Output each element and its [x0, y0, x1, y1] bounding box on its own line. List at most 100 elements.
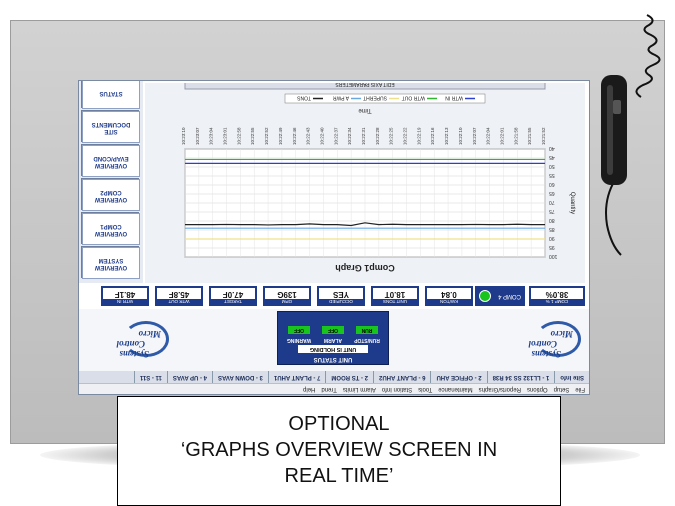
- sidebar-nav: OVERVIEW SYSTEM OVERVIEW COMP1 OVERVIEW COMP2…: [79, 81, 143, 283]
- menu-item[interactable]: Options: [527, 386, 548, 392]
- unit-status-title: UNIT STATUS: [313, 356, 353, 362]
- readout-label: KW/TON: [427, 299, 471, 304]
- x-tick-label: 10:21:58: [513, 127, 518, 145]
- alarm-lamp: OFF: [322, 326, 344, 334]
- x-tick-label: 10:22:13: [444, 127, 449, 145]
- unit-tabs: Site Info 1 - LL132 SS 34 R38 2 - OFFICE A…: [79, 370, 589, 383]
- x-tick-label: 10:22:07: [472, 127, 477, 145]
- sidebar-button[interactable]: OVERVIEW EVAP/COND: [82, 145, 140, 177]
- y-tick-label: 85: [549, 226, 555, 232]
- unit-tab[interactable]: 3 - DOWN AVAS: [212, 371, 268, 383]
- unit-status-panel: UNIT STATUS UNIT IS HOLDING RUN/STOP ALA…: [277, 311, 389, 365]
- unit-tab[interactable]: 6 - PLANT AHU2: [373, 371, 431, 383]
- y-tick-label: 45: [549, 154, 555, 160]
- x-tick-label: 10:22:49: [278, 127, 283, 145]
- readout-tile: GPM 139G: [263, 286, 311, 306]
- readout-tile: WTR IN 48.1F: [101, 286, 149, 306]
- micro-control-systems-logo-right: Systems Control Micro: [103, 321, 169, 361]
- x-tick-label: 10:22:40: [319, 127, 324, 145]
- readout-tile: UNIT TONS 18.0T: [371, 286, 419, 306]
- y-tick-label: 40: [549, 145, 555, 151]
- caption-line-3: REAL TIME’: [284, 465, 394, 487]
- readout-value: 47.0F: [222, 290, 244, 299]
- readout-label: UNIT TONS: [373, 299, 417, 304]
- menu-item[interactable]: File: [575, 386, 585, 392]
- readout-tiles: COMP 1 % 38.0% COMP 4 WTR IN 48.1F WTR OUT…: [79, 283, 589, 309]
- run-lamp: RUN: [356, 326, 378, 334]
- menu-item[interactable]: Maintenance: [438, 386, 472, 392]
- unit-tab[interactable]: 2 - TS ROOM: [325, 371, 374, 383]
- readout-value: 0.84: [441, 290, 457, 299]
- y-tick-label: 60: [549, 181, 555, 187]
- menu-item[interactable]: Trend: [321, 386, 336, 392]
- legend-label: A PWR: [332, 95, 349, 101]
- comp1-percent-tile: COMP 1 % 38.0%: [529, 286, 585, 306]
- unit-tab[interactable]: 4 - UP AVAS: [166, 371, 213, 383]
- run-stop-label: RUN/STOP: [354, 337, 380, 343]
- y-tick-label: 65: [549, 190, 555, 196]
- legend-label: WTR IN: [445, 95, 463, 101]
- readout-label: WTR OUT: [157, 299, 201, 304]
- x-tick-label: 10:22:52: [264, 127, 269, 145]
- flipped-screen-content: File Setup Options Reports/Graphs Maintenanc…: [79, 81, 589, 394]
- y-axis-label: Quantity: [569, 192, 575, 214]
- readout-value: 48.1F: [114, 290, 136, 299]
- y-tick-label: 75: [549, 208, 555, 214]
- x-tick-label: 10:23:01: [223, 127, 228, 145]
- x-tick-label: 10:22:28: [375, 127, 380, 145]
- comp1-graph: 40 45 50 55 60 65 70 75 80 85 90 95 100 10:21:52 10:21…: [145, 81, 585, 283]
- warning-label: WARNING: [286, 337, 312, 343]
- y-tick-label: 55: [549, 172, 555, 178]
- readout-tile: WTR OUT 45.8F: [155, 286, 203, 306]
- stylus-pen-icon: [601, 14, 661, 256]
- x-tick-label: 10:22:34: [347, 127, 352, 145]
- unit-tab[interactable]: 1 - LL132 SS 34 R38: [486, 371, 555, 383]
- menu-item[interactable]: Tools: [418, 386, 432, 392]
- x-tick-label: 10:22:43: [306, 127, 311, 145]
- legend-label: SUPERHT: [363, 95, 387, 101]
- sidebar-button[interactable]: OVERVIEW SYSTEM: [82, 247, 140, 279]
- edit-axis-parameters: EDIT AXIS PARAMETERS: [335, 83, 395, 87]
- unit-tab[interactable]: 2 - OFFICE AHU: [430, 371, 487, 383]
- sidebar-button[interactable]: SITE DOCUMENTS: [82, 111, 140, 143]
- x-tick-label: 10:22:01: [499, 127, 504, 145]
- comp1-chart-svg: 40 45 50 55 60 65 70 75 80 85 90 95 100 10:21:52 10:21…: [181, 81, 575, 273]
- x-tick-label: 10:22:37: [333, 127, 338, 145]
- menu-item[interactable]: Help: [303, 386, 315, 392]
- sidebar-button[interactable]: STATUS: [82, 81, 140, 109]
- y-tick-label: 70: [549, 199, 555, 205]
- unit-tab[interactable]: 11 - S11: [133, 371, 167, 383]
- readout-label: OCCUPIED: [319, 299, 363, 304]
- x-tick-label: 10:23:04: [209, 127, 214, 145]
- x-axis-label: Time: [358, 107, 372, 113]
- sidebar-button[interactable]: OVERVIEW COMP1: [82, 213, 140, 245]
- x-tick-label: 10:22:46: [292, 127, 297, 145]
- menu-item[interactable]: Setup: [554, 386, 570, 392]
- x-tick-label: 10:22:25: [389, 127, 394, 145]
- menu-item[interactable]: Station Info: [382, 386, 412, 392]
- y-tick-label: 95: [549, 244, 555, 250]
- y-tick-label: 100: [549, 253, 558, 259]
- unit-tab[interactable]: Site Info: [554, 371, 589, 383]
- readout-value: 45.8F: [168, 290, 190, 299]
- readout-tile: TARGET 47.0F: [209, 286, 257, 306]
- caption-box: OPTIONAL ‘GRAPHS OVERVIEW SCREEN IN REAL…: [117, 396, 561, 506]
- y-tick-label: 90: [549, 235, 555, 241]
- status-led-icon: [479, 290, 491, 302]
- x-tick-label: 10:22:31: [361, 127, 366, 145]
- micro-control-systems-logo-left: Systems Control Micro: [515, 321, 581, 361]
- comp4-indicator[interactable]: COMP 4: [475, 286, 525, 306]
- x-tick-label: 10:22:19: [416, 127, 421, 145]
- unit-holding-message: UNIT IS HOLDING: [298, 345, 368, 353]
- alarm-label: ALARM: [323, 337, 343, 343]
- sidebar-button[interactable]: OVERVIEW COMP2: [82, 179, 140, 211]
- warning-lamp: OFF: [288, 326, 310, 334]
- x-tick-label: 10:22:16: [430, 127, 435, 145]
- legend-label: TONS: [297, 95, 311, 101]
- status-area: Systems Control Micro UNIT STATUS UNIT I…: [79, 309, 589, 371]
- menu-item[interactable]: Alarm Limits: [343, 386, 376, 392]
- menu-item[interactable]: Reports/Graphs: [479, 386, 521, 392]
- unit-tab[interactable]: 7 - PLANT AHU1: [267, 371, 326, 383]
- caption-line-1: OPTIONAL: [288, 413, 390, 435]
- readout-value: 139G: [277, 290, 297, 299]
